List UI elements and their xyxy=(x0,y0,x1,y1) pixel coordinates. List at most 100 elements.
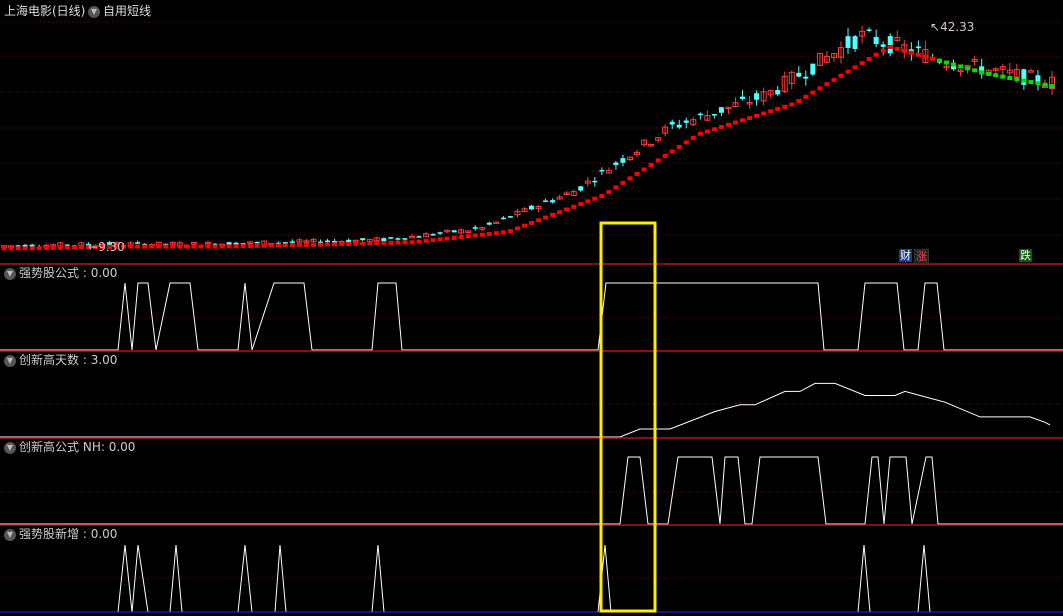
trend-dot xyxy=(690,135,696,140)
candle-body xyxy=(325,240,331,242)
candle-body xyxy=(873,37,879,45)
trend-dot xyxy=(353,241,359,246)
candle-body xyxy=(796,72,802,77)
trend-dot xyxy=(993,73,999,78)
chevron-down-icon[interactable]: ▼ xyxy=(88,5,100,18)
trend-dot xyxy=(156,244,162,249)
candle-body xyxy=(1027,70,1034,73)
trend-dot xyxy=(810,90,816,95)
trend-dot xyxy=(318,242,324,247)
trend-dot xyxy=(901,48,907,53)
trend-dot xyxy=(838,73,844,78)
trend-dot xyxy=(655,158,661,163)
badge-zhang[interactable]: 涨 xyxy=(914,249,929,264)
trend-dot xyxy=(247,244,253,249)
trend-dot xyxy=(606,189,612,194)
candle-body xyxy=(408,235,415,239)
candle-body xyxy=(529,205,535,210)
trend-dot xyxy=(543,215,549,220)
trend-dot xyxy=(866,56,872,61)
badge-cai[interactable]: 财 xyxy=(899,249,912,262)
trend-dot xyxy=(310,242,316,247)
trend-dot xyxy=(803,94,809,99)
panel-header-1[interactable]: ▼ 强势股公式 : 0.00 xyxy=(4,266,117,280)
trend-dot xyxy=(465,234,471,239)
candle-body xyxy=(507,216,513,218)
trend-dot xyxy=(1007,75,1013,80)
trend-dot xyxy=(367,241,373,246)
chevron-down-icon[interactable]: ▼ xyxy=(4,441,16,454)
trend-dot xyxy=(78,245,84,250)
badge-die[interactable]: 跌 xyxy=(1019,249,1032,262)
trend-dot xyxy=(402,240,408,245)
panel-value-2: : 3.00 xyxy=(82,353,118,367)
stock-title: 上海电影(日线) xyxy=(4,4,86,18)
chevron-down-icon[interactable]: ▼ xyxy=(4,354,16,367)
trend-dot xyxy=(374,241,380,246)
trend-dot xyxy=(71,245,77,250)
chevron-down-icon[interactable]: ▼ xyxy=(4,528,16,541)
trend-dot xyxy=(289,243,295,248)
candle-body xyxy=(430,234,436,236)
panel-value-3: NH: 0.00 xyxy=(82,440,136,454)
candle-body xyxy=(543,200,549,202)
stock-title-label[interactable]: 上海电影(日线) xyxy=(4,4,85,18)
trend-dot xyxy=(416,239,422,244)
signal-line-4 xyxy=(0,544,1063,613)
trend-dot xyxy=(1049,84,1055,89)
candle-body xyxy=(669,121,675,125)
trend-dot xyxy=(29,246,35,251)
trend-dot xyxy=(662,153,668,158)
formula-selector[interactable]: ▼ 自用短线 xyxy=(88,4,151,18)
panel-header-4[interactable]: ▼ 强势股新增 : 0.00 xyxy=(4,527,117,541)
trend-dot xyxy=(198,244,204,249)
candle-body xyxy=(135,242,141,244)
candle-body xyxy=(711,113,717,116)
trend-dot xyxy=(233,244,239,249)
chevron-down-icon[interactable]: ▼ xyxy=(4,267,16,280)
trend-dot xyxy=(261,243,267,248)
candle-body xyxy=(254,241,260,244)
candle-body xyxy=(289,241,295,243)
chart-canvas xyxy=(0,21,1063,613)
candle-body xyxy=(500,217,506,220)
candle-body xyxy=(486,222,492,225)
trend-dot xyxy=(718,125,724,130)
price-high: 42.33 xyxy=(940,20,975,34)
trend-dot xyxy=(226,244,232,249)
panel-header-2[interactable]: ▼ 创新高天数 : 3.00 xyxy=(4,353,117,367)
trend-dot xyxy=(754,113,760,118)
trend-dot xyxy=(479,232,485,237)
highlight-box xyxy=(599,221,657,613)
candle-body xyxy=(402,238,408,240)
candle-body xyxy=(845,36,851,48)
trend-dot xyxy=(1035,81,1041,86)
trend-dot xyxy=(958,64,964,69)
trend-dots-series xyxy=(1,44,1055,251)
candle-body xyxy=(740,96,746,99)
candle-body xyxy=(915,46,921,49)
candle-body xyxy=(754,93,760,100)
trend-dot xyxy=(747,116,753,121)
trend-dot xyxy=(395,240,401,245)
trend-dot xyxy=(486,231,492,236)
grid-lines xyxy=(0,21,1063,579)
trend-dot xyxy=(873,52,879,57)
signal-line-2 xyxy=(0,382,1051,438)
trend-dot xyxy=(142,244,148,249)
candle-body xyxy=(775,89,781,95)
trend-dot xyxy=(212,244,218,249)
candle-body xyxy=(472,227,478,229)
trend-dot xyxy=(648,162,654,167)
trend-dot xyxy=(669,149,675,154)
trend-dot xyxy=(859,61,865,66)
trend-dot xyxy=(43,246,49,251)
trend-dot xyxy=(254,243,260,248)
candle-body xyxy=(332,240,338,243)
trend-dot xyxy=(346,241,352,246)
candle-body xyxy=(360,238,366,241)
trend-dot xyxy=(880,48,886,53)
candle-body xyxy=(866,29,872,31)
candle-body xyxy=(880,44,886,47)
panel-header-3[interactable]: ▼ 创新高公式 NH: 0.00 xyxy=(4,440,135,454)
